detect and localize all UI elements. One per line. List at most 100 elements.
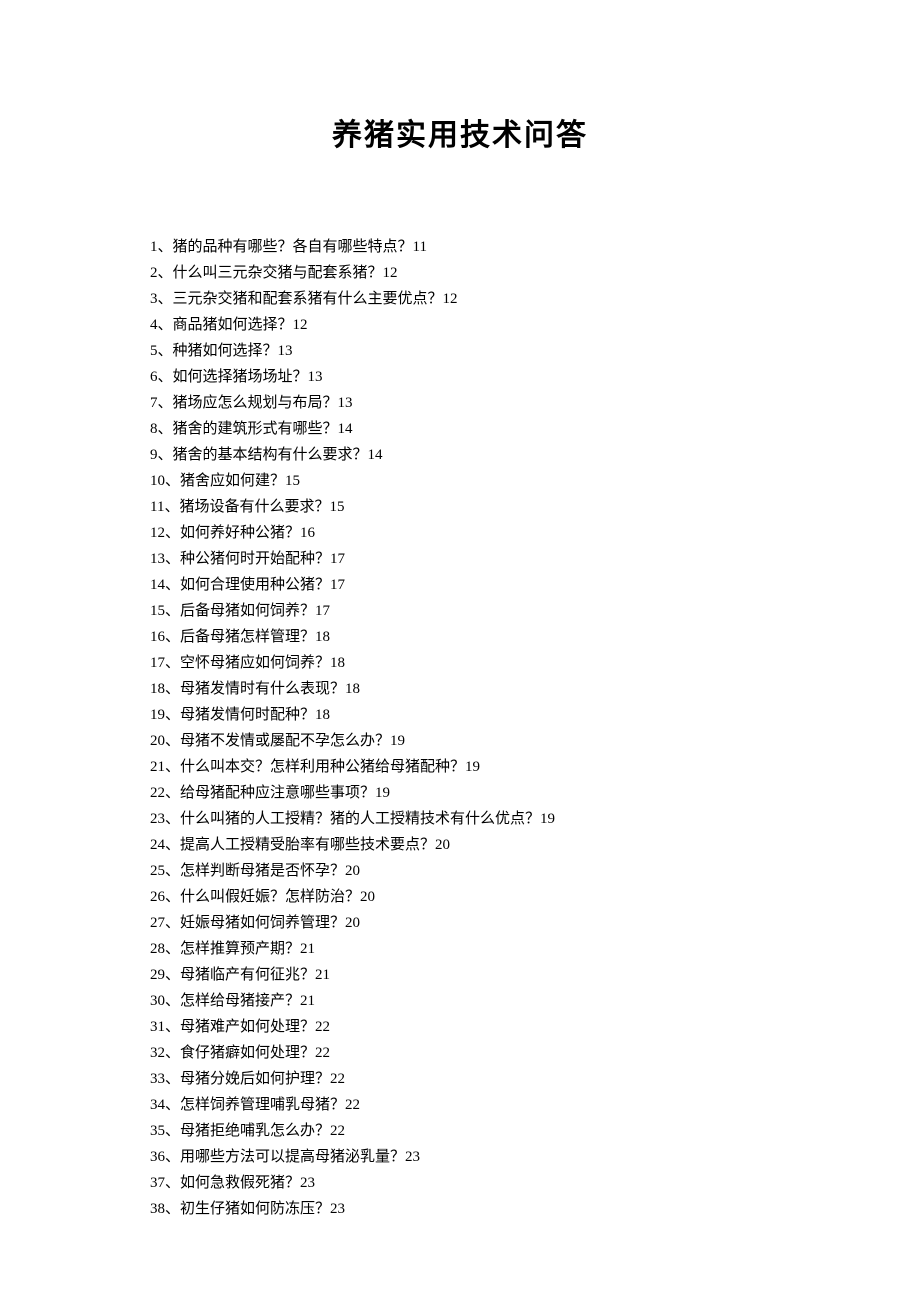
toc-entry-number: 21	[150, 759, 165, 775]
toc-entry-page: 19	[540, 811, 555, 827]
toc-entry: 13、种公猪何时开始配种？17	[150, 546, 770, 572]
toc-entry-text: 如何合理使用种公猪？	[180, 577, 330, 593]
toc-entry: 3、三元杂交猪和配套系猪有什么主要优点？12	[150, 286, 770, 312]
toc-entry-page: 22	[345, 1097, 360, 1113]
toc-entry: 33、母猪分娩后如何护理？22	[150, 1066, 770, 1092]
toc-entry-number: 28	[150, 941, 165, 957]
toc-entry: 28、怎样推算预产期？21	[150, 936, 770, 962]
toc-entry-number: 37	[150, 1175, 165, 1191]
toc-entry-separator: 、	[165, 1097, 180, 1113]
toc-entry-number: 26	[150, 889, 165, 905]
toc-entry-page: 21	[315, 967, 330, 983]
toc-entry-number: 11	[150, 499, 164, 515]
toc-entry-number: 18	[150, 681, 165, 697]
toc-entry: 34、怎样饲养管理哺乳母猪？22	[150, 1092, 770, 1118]
toc-entry-separator: 、	[165, 1175, 180, 1191]
toc-entry-page: 22	[330, 1123, 345, 1139]
toc-entry-page: 13	[338, 395, 353, 411]
toc-entry-text: 什么叫猪的人工授精？猪的人工授精技术有什么优点？	[180, 811, 540, 827]
toc-entry: 35、母猪拒绝哺乳怎么办？22	[150, 1118, 770, 1144]
toc-entry: 15、后备母猪如何饲养？17	[150, 598, 770, 624]
toc-entry-text: 怎样给母猪接产？	[180, 993, 300, 1009]
toc-entry-page: 15	[285, 473, 300, 489]
toc-entry-separator: 、	[165, 1045, 180, 1061]
toc-entry-number: 22	[150, 785, 165, 801]
toc-entry-separator: 、	[165, 759, 180, 775]
toc-entry: 27、妊娠母猪如何饲养管理？20	[150, 910, 770, 936]
document-page: 养猪实用技术问答 1、猪的品种有哪些？各自有哪些特点？112、什么叫三元杂交猪与…	[0, 0, 920, 1282]
toc-entry-separator: 、	[165, 993, 180, 1009]
toc-entry-separator: 、	[165, 1123, 180, 1139]
toc-entry-text: 猪场设备有什么要求？	[179, 499, 329, 515]
toc-entry-text: 母猪拒绝哺乳怎么办？	[180, 1123, 330, 1139]
toc-entry-number: 19	[150, 707, 165, 723]
table-of-contents: 1、猪的品种有哪些？各自有哪些特点？112、什么叫三元杂交猪与配套系猪？123、…	[150, 234, 770, 1222]
toc-entry-page: 18	[330, 655, 345, 671]
toc-entry: 14、如何合理使用种公猪？17	[150, 572, 770, 598]
toc-entry-number: 12	[150, 525, 165, 541]
toc-entry-page: 18	[345, 681, 360, 697]
toc-entry-page: 18	[315, 707, 330, 723]
toc-entry-number: 8	[150, 421, 158, 437]
toc-entry-page: 22	[330, 1071, 345, 1087]
toc-entry-page: 21	[300, 993, 315, 1009]
toc-entry: 29、母猪临产有何征兆？21	[150, 962, 770, 988]
toc-entry-text: 母猪不发情或屡配不孕怎么办？	[180, 733, 390, 749]
toc-entry-page: 20	[360, 889, 375, 905]
toc-entry-text: 猪舍的基本结构有什么要求？	[173, 447, 368, 463]
toc-entry-text: 怎样饲养管理哺乳母猪？	[180, 1097, 345, 1113]
toc-entry-number: 16	[150, 629, 165, 645]
toc-entry-page: 17	[330, 551, 345, 567]
toc-entry: 22、给母猪配种应注意哪些事项？19	[150, 780, 770, 806]
toc-entry-text: 如何养好种公猪？	[180, 525, 300, 541]
toc-entry: 25、怎样判断母猪是否怀孕？20	[150, 858, 770, 884]
toc-entry-page: 20	[345, 915, 360, 931]
toc-entry-number: 15	[150, 603, 165, 619]
toc-entry-number: 9	[150, 447, 158, 463]
toc-entry-text: 母猪发情何时配种？	[180, 707, 315, 723]
toc-entry: 30、怎样给母猪接产？21	[150, 988, 770, 1014]
toc-entry: 18、母猪发情时有什么表现？18	[150, 676, 770, 702]
toc-entry-page: 13	[278, 343, 293, 359]
toc-entry-number: 14	[150, 577, 165, 593]
toc-entry-separator: 、	[165, 811, 180, 827]
toc-entry-separator: 、	[165, 655, 180, 671]
toc-entry-number: 2	[150, 265, 158, 281]
toc-entry-page: 20	[435, 837, 450, 853]
toc-entry-separator: 、	[164, 499, 179, 515]
toc-entry-separator: 、	[165, 785, 180, 801]
toc-entry-separator: 、	[165, 863, 180, 879]
toc-entry-separator: 、	[165, 941, 180, 957]
toc-entry-separator: 、	[165, 889, 180, 905]
toc-entry-page: 17	[330, 577, 345, 593]
toc-entry-text: 母猪临产有何征兆？	[180, 967, 315, 983]
toc-entry-page: 19	[390, 733, 405, 749]
toc-entry: 12、如何养好种公猪？16	[150, 520, 770, 546]
toc-entry-text: 母猪分娩后如何护理？	[180, 1071, 330, 1087]
toc-entry-number: 5	[150, 343, 158, 359]
toc-entry-page: 21	[300, 941, 315, 957]
toc-entry-page: 14	[338, 421, 353, 437]
toc-entry-number: 25	[150, 863, 165, 879]
toc-entry-text: 猪舍的建筑形式有哪些？	[173, 421, 338, 437]
toc-entry: 20、母猪不发情或屡配不孕怎么办？19	[150, 728, 770, 754]
toc-entry-number: 27	[150, 915, 165, 931]
toc-entry: 38、初生仔猪如何防冻压？23	[150, 1196, 770, 1222]
toc-entry-text: 给母猪配种应注意哪些事项？	[180, 785, 375, 801]
toc-entry-page: 22	[315, 1019, 330, 1035]
toc-entry: 2、什么叫三元杂交猪与配套系猪？12	[150, 260, 770, 286]
toc-entry-page: 12	[383, 265, 398, 281]
toc-entry-text: 怎样推算预产期？	[180, 941, 300, 957]
toc-entry-separator: 、	[165, 525, 180, 541]
toc-entry-text: 母猪难产如何处理？	[180, 1019, 315, 1035]
toc-entry-page: 16	[300, 525, 315, 541]
toc-entry-page: 22	[315, 1045, 330, 1061]
toc-entry-page: 15	[329, 499, 344, 515]
toc-entry-text: 后备母猪怎样管理？	[180, 629, 315, 645]
toc-entry-text: 空怀母猪应如何饲养？	[180, 655, 330, 671]
toc-entry-text: 商品猪如何选择？	[173, 317, 293, 333]
toc-entry-separator: 、	[165, 473, 180, 489]
toc-entry-text: 三元杂交猪和配套系猪有什么主要优点？	[173, 291, 443, 307]
toc-entry: 7、猪场应怎么规划与布局？13	[150, 390, 770, 416]
toc-entry-number: 1	[150, 239, 158, 255]
